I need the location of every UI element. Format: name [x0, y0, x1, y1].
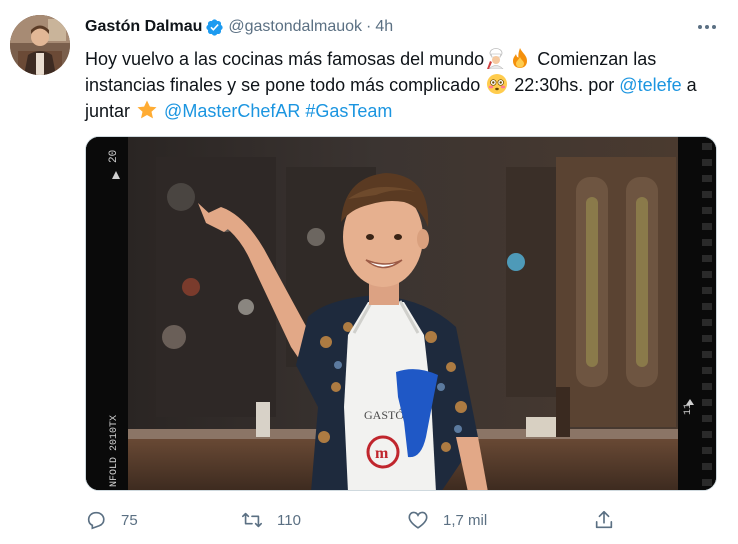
tweet-text-line2-c: a	[681, 75, 697, 95]
tweet-text-line2-b: 22:30hs. por	[509, 75, 620, 95]
verified-badge-icon	[205, 18, 224, 37]
svg-text:m: m	[375, 445, 389, 462]
mention-telefe-link[interactable]: @telefe	[619, 75, 681, 95]
share-icon	[595, 510, 613, 529]
tweet-timestamp[interactable]: 4h	[375, 18, 393, 36]
tweet-text-line1-a: Hoy vuelvo a las cocinas más famosas del…	[85, 49, 485, 69]
author-handle[interactable]: @gastondalmauok	[228, 18, 362, 36]
chef-emoji-icon	[487, 48, 504, 69]
fire-emoji-icon	[513, 48, 528, 68]
film-edge-text: NFOLD 2010TX	[109, 415, 120, 487]
retweet-button[interactable]: 110	[241, 505, 301, 535]
like-button[interactable]: 1,7 mil	[407, 505, 487, 535]
share-button[interactable]	[593, 505, 615, 535]
reply-button[interactable]: 75	[85, 505, 138, 535]
tweet[interactable]: Gastón Dalmau @gastondalmauok · 4h Hoy v…	[0, 0, 738, 544]
tweet-text-line1-b: Comienzan las	[532, 49, 657, 69]
reply-count: 75	[121, 511, 138, 529]
retweet-icon	[242, 512, 262, 528]
retweet-count: 110	[277, 511, 301, 529]
tweet-text-line3-a: juntar	[85, 101, 136, 121]
heart-icon	[408, 511, 428, 529]
tweet-actions: 75 110 1,7 mil	[85, 505, 625, 535]
separator-dot: ·	[366, 18, 372, 35]
film-edge-number: 20	[108, 150, 120, 163]
avatar[interactable]	[10, 15, 70, 75]
mention-masterchefar-link[interactable]: @MasterChefAR	[164, 101, 300, 121]
tweet-header: Gastón Dalmau @gastondalmauok · 4h	[85, 16, 393, 38]
star-emoji-icon	[137, 100, 157, 119]
more-options-icon[interactable]	[690, 15, 724, 39]
flushed-face-emoji-icon	[487, 74, 508, 94]
author-name[interactable]: Gastón Dalmau	[85, 18, 202, 36]
tweet-text-line2-a: instancias finales y se pone todo más co…	[85, 75, 486, 95]
tweet-image[interactable]: m GASTÓN 20 NFOLD 2010TX 11	[85, 136, 717, 491]
reply-icon	[87, 511, 105, 530]
tweet-text: Hoy vuelvo a las cocinas más famosas del…	[85, 46, 725, 124]
hashtag-gasteam-link[interactable]: #GasTeam	[305, 101, 392, 121]
like-count: 1,7 mil	[443, 511, 488, 529]
